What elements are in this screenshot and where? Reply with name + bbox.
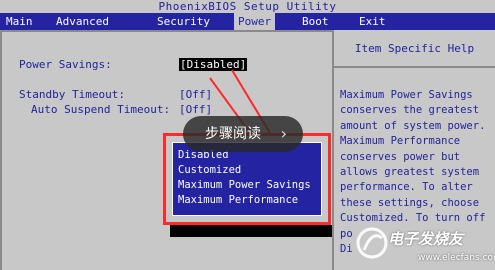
- power-savings-label: Power Savings:: [19, 58, 112, 71]
- power-savings-value-text: Disabled: [186, 58, 240, 71]
- help-divider: [334, 66, 495, 68]
- bios-screen: PhoenixBIOS Setup Utility Main Advanced …: [0, 0, 495, 270]
- menu-security[interactable]: Security: [153, 13, 214, 30]
- elecfans-logo-icon: [356, 227, 388, 259]
- watermark-brand: 电子发烧友: [388, 230, 464, 248]
- help-title: Item Specific Help: [354, 42, 475, 55]
- watermark-url: www.elecfans.com: [418, 253, 495, 263]
- menu-power[interactable]: Power: [234, 13, 276, 30]
- menu-boot[interactable]: Boot: [298, 13, 333, 30]
- chevron-right-icon: ›: [280, 124, 287, 143]
- auto-suspend-timeout-value[interactable]: [Off]: [179, 103, 212, 116]
- standby-timeout-label: Standby Timeout:: [19, 88, 125, 101]
- menu-exit[interactable]: Exit: [355, 13, 390, 30]
- power-savings-value[interactable]: [Disabled]: [179, 58, 248, 71]
- app-title: PhoenixBIOS Setup Utility: [0, 0, 495, 13]
- option-maximum-power-savings[interactable]: Maximum Power Savings: [178, 179, 311, 191]
- menu-bar: Main Advanced Security Power Boot Exit: [0, 13, 495, 30]
- popup-list: Disabled Customized Maximum Power Saving…: [172, 142, 322, 216]
- option-customized[interactable]: Customized: [178, 164, 241, 176]
- option-maximum-performance[interactable]: Maximum Performance: [178, 194, 298, 206]
- standby-timeout-value[interactable]: [Off]: [179, 88, 212, 101]
- auto-suspend-timeout-label: Auto Suspend Timeout:: [31, 103, 171, 116]
- watermark: 电子发烧友 www.elecfans.com: [352, 226, 495, 270]
- step-reading-button[interactable]: 步骤阅读 ›: [183, 116, 303, 152]
- menu-main[interactable]: Main: [2, 13, 37, 30]
- menu-advanced[interactable]: Advanced: [52, 13, 113, 30]
- popup-shadow: [170, 225, 332, 237]
- step-reading-label: 步骤阅读: [205, 126, 261, 142]
